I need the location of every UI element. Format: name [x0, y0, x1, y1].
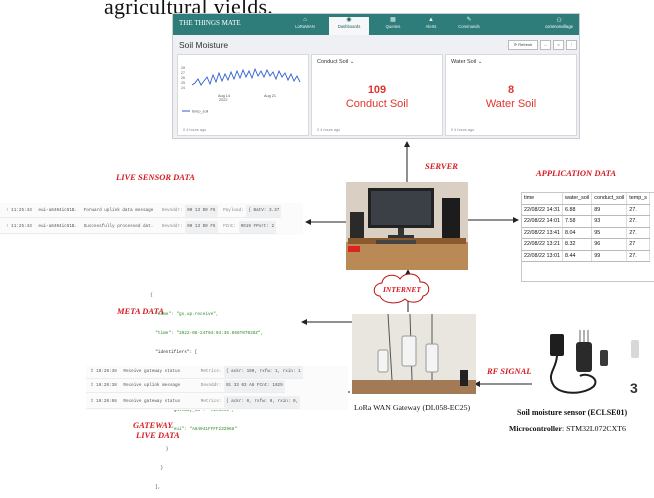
cell: 22/08/22 14:01	[522, 215, 563, 228]
log-key: Payload:	[223, 208, 244, 213]
label-server: SERVER	[425, 161, 458, 171]
live-sensor-log: ↑ 11:25:43 eui-a8404ic51B. Forward uplin…	[0, 203, 303, 235]
json-line: }	[150, 465, 164, 471]
cell: 27.	[626, 227, 650, 239]
log-value: 00 13 D0 F5	[185, 221, 218, 233]
cell: 96	[591, 238, 628, 251]
json-line: "eui": "A84041FFFF232968"	[150, 427, 237, 433]
cell: 99	[591, 250, 628, 262]
log-device: eui-a8404ic51B.	[38, 208, 78, 213]
cell: 8.32	[562, 238, 593, 251]
label-rf-signal: RF SIGNAL	[487, 366, 532, 376]
sensor-caption: Soil moisture sensor (ECLSE01)	[517, 408, 628, 417]
label-internet: INTERNET	[383, 285, 421, 294]
table-row: 22/08/22 14:31 6.88 89 27.	[522, 204, 650, 216]
cell: 22/08/22 13:21	[522, 238, 563, 251]
log-key: FCnt:	[223, 224, 236, 229]
column-header: time	[522, 193, 563, 205]
log-value: 01 33 03 A8 FCnt: 1029	[223, 380, 285, 392]
gateway-live-log: ⇪ 10:20:38 Receive gateway status Metric…	[86, 366, 348, 410]
cell: 7.58	[562, 215, 593, 228]
cell: 95	[591, 227, 628, 239]
json-line: ],	[150, 485, 161, 490]
application-data-table: time water_soil conduct_soil temp_s 22/0…	[521, 192, 654, 282]
log-row: ↑ 11:25:43 eui-a8404ic51B. Successfully …	[0, 221, 277, 234]
log-row: ⇪ 10:20:38 Receive gateway status Metric…	[86, 366, 303, 379]
cell: 89	[591, 204, 628, 216]
cell: 27.	[626, 204, 650, 216]
log-key: Metrics:	[200, 399, 222, 404]
table-row: 22/08/22 13:41 8.04 95 27.	[522, 227, 650, 239]
cell: 8.04	[562, 227, 593, 239]
log-key: DevAddr:	[161, 224, 183, 229]
json-line: "time": "2022-08-24T04:04:36.066T07028Z"…	[150, 331, 264, 337]
cell: 6.88	[562, 204, 593, 216]
json-line: {	[150, 292, 153, 298]
microcontroller-caption: Microcontroller: STM32L072CXT6	[509, 424, 626, 433]
gateway-caption: LoRa WAN Gateway (DL058-EC25)	[354, 403, 471, 412]
label-live-sensor-data: LIVE SENSOR DATA	[116, 172, 195, 182]
log-value: { ackr: 100, rxfw: 1, rxin: 1	[223, 366, 303, 378]
lorawan-gateway-image	[352, 314, 476, 394]
json-line: "identifiers": [	[150, 350, 198, 356]
log-key: Metrics:	[200, 369, 222, 374]
log-value: { BatV: 3.37	[246, 205, 282, 217]
log-message: Receive uplink message	[123, 383, 181, 388]
table-row: 22/08/22 13:01 8.44 99 27.	[522, 250, 650, 262]
table-row: 22/08/22 13:21 8.32 96 27	[522, 238, 650, 251]
log-row: ⇪ 10:20:38 Receive uplink message DevAdd…	[86, 380, 285, 393]
cell: 8.44	[562, 250, 593, 262]
column-header: conduct_soil	[591, 193, 628, 205]
log-message: Forward uplink data message	[83, 208, 154, 213]
table-row: 22/08/22 14:01 7.58 93 27.	[522, 215, 650, 228]
log-time: ↑ 11:25:43	[6, 224, 32, 229]
log-time: ⇪ 10:20:08	[90, 399, 117, 404]
log-device: eui-a8404ic51B.	[38, 224, 78, 229]
log-message: Receive gateway status	[123, 399, 181, 404]
json-line: "name": "gs.up.receive",	[150, 312, 219, 318]
server-workstation-image	[346, 182, 468, 270]
cell: 22/08/22 14:31	[522, 204, 563, 216]
column-header: temp_s	[626, 193, 650, 205]
log-time: ⇪ 10:20:38	[90, 369, 117, 374]
log-value: { ackr: 0, rxfw: 0, rxin: 0,	[223, 396, 301, 408]
label-application-data: APPLICATION DATA	[536, 168, 617, 178]
side-device-thumbnail	[631, 340, 639, 358]
table-header-row: time water_soil conduct_soil temp_s	[522, 193, 650, 205]
soil-moisture-sensor-image	[549, 330, 608, 394]
log-value: 00 13 D0 F5	[185, 205, 218, 217]
mcu-label: Microcontroller	[509, 424, 562, 433]
cell: 22/08/22 13:01	[522, 250, 563, 262]
page-number: 3	[630, 380, 638, 396]
log-row: ⇪ 10:20:08 Receive gateway status Metric…	[86, 396, 301, 409]
cell: 22/08/22 13:41	[522, 227, 563, 239]
log-time: ↑ 11:25:43	[6, 208, 32, 213]
log-key: DevAddr:	[161, 208, 183, 213]
log-time: ⇪ 10:20:38	[90, 383, 117, 388]
json-line: }	[150, 446, 169, 452]
cell: 27	[626, 238, 650, 251]
column-header: water_soil	[562, 193, 593, 205]
log-row: ↑ 11:25:43 eui-a8404ic51B. Forward uplin…	[0, 205, 282, 218]
cell: 27.	[626, 215, 650, 228]
log-message: Receive gateway status	[123, 369, 181, 374]
cell: 93	[591, 215, 628, 228]
cell: 27.	[626, 250, 650, 262]
log-key: DevAddr:	[200, 383, 222, 388]
mcu-value: : STM32L072CXT6	[561, 424, 626, 433]
log-message: Successfully processed dat.	[83, 224, 154, 229]
log-value: 9919 FPort: 2	[238, 221, 277, 233]
